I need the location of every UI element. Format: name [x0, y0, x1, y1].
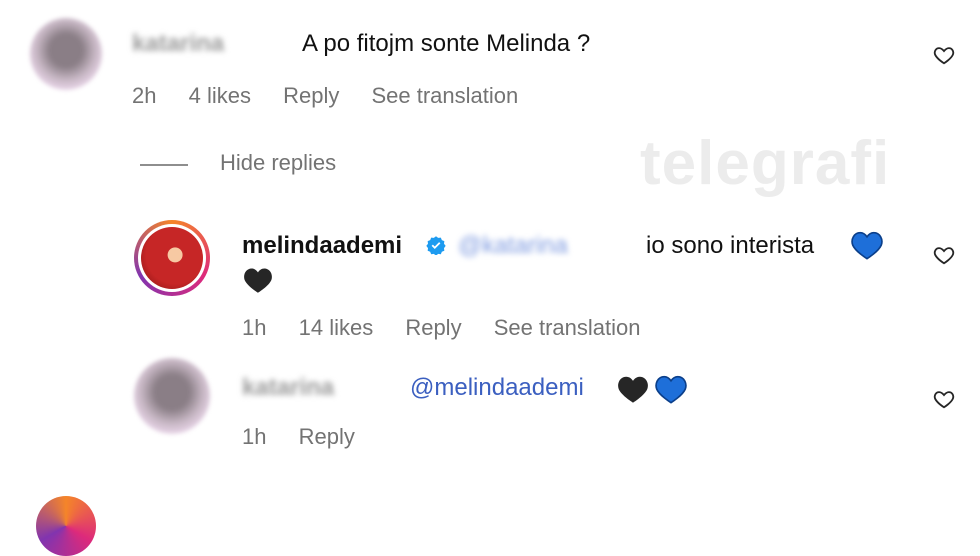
reply-meta: 1h 14 likes Reply See translation — [242, 315, 666, 341]
likes-count[interactable]: 4 likes — [189, 83, 251, 108]
heart-icon[interactable] — [933, 244, 955, 266]
comment-meta: 2h 4 likes Reply See translation — [132, 83, 544, 109]
black-heart-icon — [244, 268, 272, 293]
blue-heart-icon — [851, 231, 883, 260]
reply-mention[interactable]: @melindaademi — [410, 374, 584, 402]
avatar[interactable] — [30, 18, 102, 90]
black-heart-icon — [618, 376, 648, 403]
reply-username[interactable]: melindaademi — [242, 232, 402, 260]
comment-time: 2h — [132, 83, 157, 108]
see-translation-link[interactable]: See translation — [371, 83, 518, 108]
reply-text: io sono interista — [646, 232, 815, 259]
reply-meta: 1h Reply — [242, 424, 381, 450]
reply-button[interactable]: Reply — [283, 83, 339, 108]
comment-text: A po fitojm sonte Melinda ? — [302, 30, 591, 57]
see-translation-link[interactable]: See translation — [494, 315, 641, 340]
watermark: telegrafi — [640, 129, 891, 198]
reply-time: 1h — [242, 315, 267, 340]
avatar[interactable] — [134, 358, 210, 434]
avatar[interactable] — [36, 496, 96, 556]
reply-mention[interactable]: @katarina — [458, 232, 568, 260]
avatar[interactable] — [134, 220, 210, 296]
heart-icon[interactable] — [933, 44, 955, 66]
hide-replies-line — [140, 164, 188, 166]
blue-heart-icon — [655, 375, 687, 404]
comment-username[interactable]: katarina — [132, 30, 224, 58]
reply-username[interactable]: katarina — [242, 374, 334, 402]
reply-button[interactable]: Reply — [299, 424, 355, 449]
hide-replies-button[interactable]: Hide replies — [220, 150, 336, 176]
heart-icon[interactable] — [933, 388, 955, 410]
verified-badge-icon — [426, 236, 446, 255]
reply-time: 1h — [242, 424, 267, 449]
reply-button[interactable]: Reply — [405, 315, 461, 340]
likes-count[interactable]: 14 likes — [299, 315, 374, 340]
